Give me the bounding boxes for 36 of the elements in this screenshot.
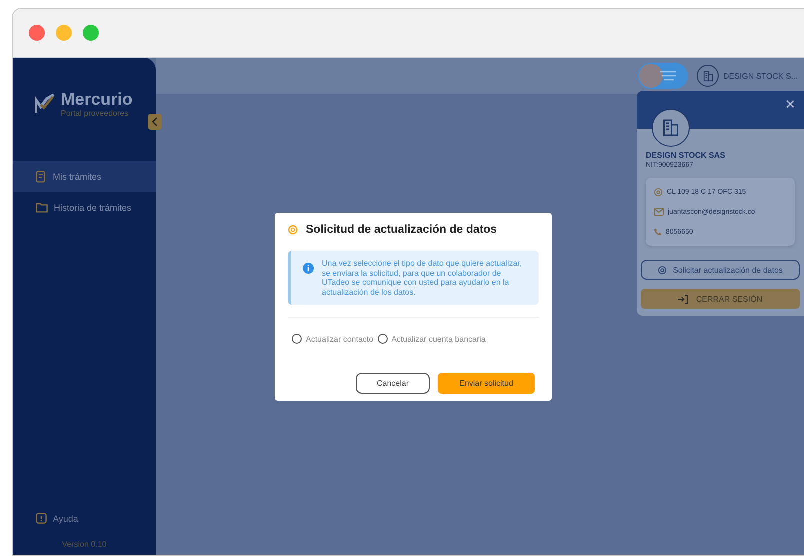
dialog-title: Solicitud de actualización de datos bbox=[306, 224, 498, 236]
logout-button[interactable]: CERRAR SESIÓN bbox=[641, 289, 800, 309]
help-link[interactable]: Ayuda bbox=[53, 514, 78, 524]
company-name: DESIGN STOCK SAS bbox=[646, 151, 726, 160]
document-icon bbox=[36, 170, 47, 182]
window-control[interactable] bbox=[83, 25, 99, 41]
request-update-button[interactable]: Solicitar actualización de datos bbox=[641, 260, 800, 280]
submit-button[interactable]: Enviar solicitud bbox=[438, 373, 535, 394]
sidebar-item[interactable]: Historia de trámites bbox=[13, 192, 156, 223]
target-icon bbox=[658, 266, 668, 274]
user-menu-button[interactable] bbox=[638, 63, 688, 89]
app-subtitle: Portal proveedores bbox=[61, 108, 130, 118]
location-pin-icon bbox=[654, 188, 663, 196]
close-button[interactable]: ✕ bbox=[785, 97, 796, 112]
building-icon bbox=[702, 70, 714, 82]
version-label: Version 0.10 bbox=[62, 540, 107, 549]
radio-option[interactable]: Actualizar cuenta bancaria bbox=[378, 334, 486, 344]
collapse-button[interactable] bbox=[148, 114, 162, 130]
logo-icon bbox=[35, 94, 55, 114]
phone-icon bbox=[654, 228, 662, 236]
update-icon bbox=[288, 225, 298, 235]
window-control[interactable] bbox=[29, 25, 45, 41]
sidebar-item[interactable]: Mis trámites bbox=[13, 161, 156, 192]
envelope-icon bbox=[654, 208, 664, 216]
cancel-button[interactable]: Cancelar bbox=[356, 373, 430, 394]
logout-icon bbox=[678, 294, 688, 304]
info-text: Una vez seleccione el tipo de dato que quiere actualizar, se enviara la solicitud, para que un colaborador de UTadeo se comunique con usted para ayudarlo en la actualización de los datos. bbox=[322, 259, 524, 297]
window-control[interactable] bbox=[56, 25, 72, 41]
chevron-left-icon bbox=[152, 117, 158, 127]
help-icon bbox=[36, 513, 47, 524]
building-icon bbox=[662, 119, 680, 137]
app-title: Mercurio bbox=[61, 90, 133, 108]
folder-icon bbox=[36, 202, 48, 212]
info-icon bbox=[303, 263, 314, 274]
radio-option[interactable]: Actualizar contacto bbox=[292, 334, 374, 344]
company-menu[interactable]: DESIGN STOCK S... bbox=[697, 65, 798, 87]
